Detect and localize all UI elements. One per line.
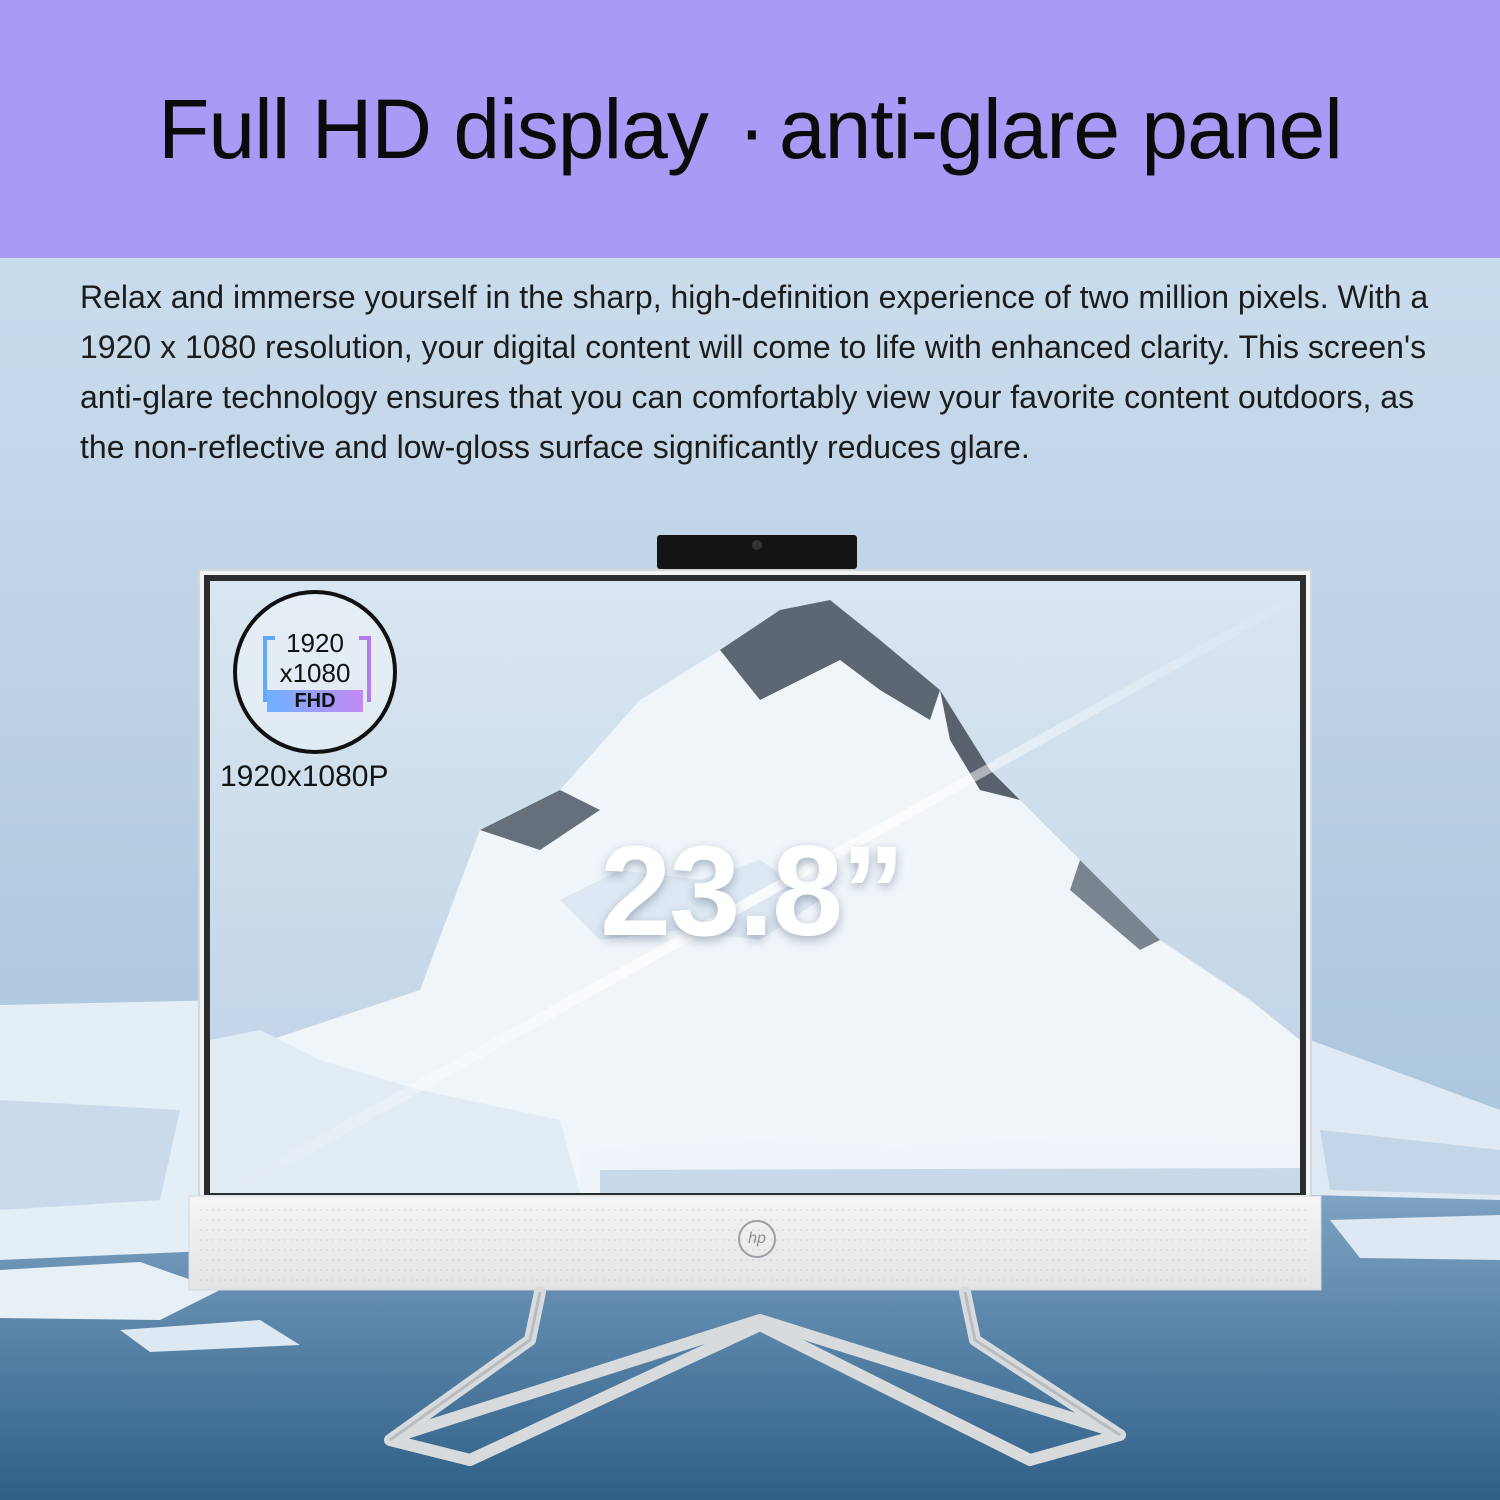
title-part-2: anti-glare panel	[778, 81, 1343, 176]
badge-line-2: x1080	[279, 658, 351, 688]
description-text: Relax and immerse yourself in the sharp,…	[80, 279, 1429, 465]
hp-logo-icon: hp	[738, 1220, 776, 1258]
resolution-caption: 1920x1080P	[220, 760, 389, 793]
screen-size-label: 23.8”	[600, 820, 905, 963]
resolution-badge: 1920 x1080 FHD	[233, 590, 397, 754]
header-band: Full HD display · anti-glare panel	[0, 0, 1500, 258]
title-separator: ·	[737, 81, 766, 176]
title-part-1: Full HD display	[158, 81, 709, 176]
fhd-tag: FHD	[267, 690, 363, 712]
page-title: Full HD display · anti-glare panel	[158, 81, 1343, 178]
badge-line-1: 1920	[286, 628, 344, 658]
